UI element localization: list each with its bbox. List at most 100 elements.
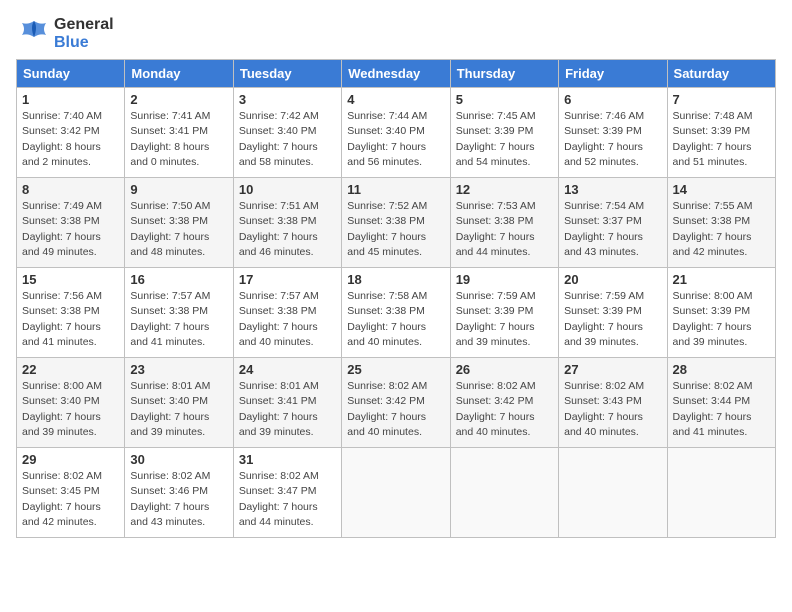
calendar-cell: 7 Sunrise: 7:48 AMSunset: 3:39 PMDaylight…: [667, 88, 775, 178]
col-header-wednesday: Wednesday: [342, 60, 450, 88]
day-number: 29: [22, 452, 119, 467]
day-number: 24: [239, 362, 336, 377]
calendar-cell: 27 Sunrise: 8:02 AMSunset: 3:43 PMDayligh…: [559, 358, 667, 448]
calendar-week-row: 29 Sunrise: 8:02 AMSunset: 3:45 PMDayligh…: [17, 448, 776, 538]
calendar-cell: 13Sunrise: 7:54 AMSunset: 3:37 PMDayligh…: [559, 178, 667, 268]
calendar-cell: [559, 448, 667, 538]
day-info: Sunrise: 7:52 AMSunset: 3:38 PMDaylight:…: [347, 199, 444, 260]
day-number: 5: [456, 92, 553, 107]
calendar-cell: 15 Sunrise: 7:56 AMSunset: 3:38 PMDayligh…: [17, 268, 125, 358]
day-number: 4: [347, 92, 444, 107]
calendar-cell: 3 Sunrise: 7:42 AMSunset: 3:40 PMDaylight…: [233, 88, 341, 178]
day-info: Sunrise: 8:02 AMSunset: 3:43 PMDaylight:…: [564, 379, 661, 440]
day-info: Sunrise: 7:54 AMSunset: 3:37 PMDaylight:…: [564, 199, 661, 260]
day-info: Sunrise: 8:01 AMSunset: 3:41 PMDaylight:…: [239, 379, 336, 440]
day-info: Sunrise: 8:02 AMSunset: 3:46 PMDaylight:…: [130, 469, 227, 530]
day-number: 18: [347, 272, 444, 287]
calendar-cell: [667, 448, 775, 538]
day-number: 16: [130, 272, 227, 287]
calendar-cell: 17Sunrise: 7:57 AMSunset: 3:38 PMDayligh…: [233, 268, 341, 358]
col-header-saturday: Saturday: [667, 60, 775, 88]
page-header: General Blue: [16, 16, 776, 51]
day-number: 19: [456, 272, 553, 287]
calendar-cell: 12 Sunrise: 7:53 AMSunset: 3:38 PMDayligh…: [450, 178, 558, 268]
calendar-cell: 21 Sunrise: 8:00 AMSunset: 3:39 PMDayligh…: [667, 268, 775, 358]
day-number: 20: [564, 272, 661, 287]
day-number: 8: [22, 182, 119, 197]
calendar-cell: 8Sunrise: 7:49 AMSunset: 3:38 PMDaylight…: [17, 178, 125, 268]
day-info: Sunrise: 7:40 AMSunset: 3:42 PMDaylight:…: [22, 109, 119, 170]
day-number: 2: [130, 92, 227, 107]
calendar-cell: 14 Sunrise: 7:55 AMSunset: 3:38 PMDayligh…: [667, 178, 775, 268]
day-number: 26: [456, 362, 553, 377]
calendar-cell: 22 Sunrise: 8:00 AMSunset: 3:40 PMDayligh…: [17, 358, 125, 448]
day-number: 25: [347, 362, 444, 377]
day-info: Sunrise: 8:00 AMSunset: 3:40 PMDaylight:…: [22, 379, 119, 440]
day-number: 11: [347, 182, 444, 197]
col-header-tuesday: Tuesday: [233, 60, 341, 88]
day-info: Sunrise: 7:44 AMSunset: 3:40 PMDaylight:…: [347, 109, 444, 170]
day-info: Sunrise: 8:02 AMSunset: 3:42 PMDaylight:…: [456, 379, 553, 440]
calendar-cell: 29 Sunrise: 8:02 AMSunset: 3:45 PMDayligh…: [17, 448, 125, 538]
col-header-monday: Monday: [125, 60, 233, 88]
calendar-cell: 6 Sunrise: 7:46 AMSunset: 3:39 PMDaylight…: [559, 88, 667, 178]
day-info: Sunrise: 8:02 AMSunset: 3:42 PMDaylight:…: [347, 379, 444, 440]
day-number: 15: [22, 272, 119, 287]
logo-container: General Blue: [16, 16, 114, 51]
calendar-cell: 4 Sunrise: 7:44 AMSunset: 3:40 PMDaylight…: [342, 88, 450, 178]
day-info: Sunrise: 7:59 AMSunset: 3:39 PMDaylight:…: [564, 289, 661, 350]
day-info: Sunrise: 7:55 AMSunset: 3:38 PMDaylight:…: [673, 199, 770, 260]
day-info: Sunrise: 8:02 AMSunset: 3:45 PMDaylight:…: [22, 469, 119, 530]
day-info: Sunrise: 7:51 AMSunset: 3:38 PMDaylight:…: [239, 199, 336, 260]
calendar-cell: 19 Sunrise: 7:59 AMSunset: 3:39 PMDayligh…: [450, 268, 558, 358]
day-info: Sunrise: 7:59 AMSunset: 3:39 PMDaylight:…: [456, 289, 553, 350]
day-number: 6: [564, 92, 661, 107]
calendar-cell: 2 Sunrise: 7:41 AMSunset: 3:41 PMDaylight…: [125, 88, 233, 178]
day-number: 17: [239, 272, 336, 287]
day-number: 22: [22, 362, 119, 377]
day-info: Sunrise: 7:53 AMSunset: 3:38 PMDaylight:…: [456, 199, 553, 260]
calendar-week-row: 15 Sunrise: 7:56 AMSunset: 3:38 PMDayligh…: [17, 268, 776, 358]
day-info: Sunrise: 7:48 AMSunset: 3:39 PMDaylight:…: [673, 109, 770, 170]
calendar-week-row: 8Sunrise: 7:49 AMSunset: 3:38 PMDaylight…: [17, 178, 776, 268]
calendar-header-row: SundayMondayTuesdayWednesdayThursdayFrid…: [17, 60, 776, 88]
day-number: 31: [239, 452, 336, 467]
day-info: Sunrise: 7:46 AMSunset: 3:39 PMDaylight:…: [564, 109, 661, 170]
col-header-thursday: Thursday: [450, 60, 558, 88]
day-number: 3: [239, 92, 336, 107]
calendar-cell: 23 Sunrise: 8:01 AMSunset: 3:40 PMDayligh…: [125, 358, 233, 448]
day-number: 23: [130, 362, 227, 377]
day-number: 21: [673, 272, 770, 287]
calendar-cell: 28Sunrise: 8:02 AMSunset: 3:44 PMDayligh…: [667, 358, 775, 448]
calendar-week-row: 1 Sunrise: 7:40 AMSunset: 3:42 PMDaylight…: [17, 88, 776, 178]
day-info: Sunrise: 8:02 AMSunset: 3:47 PMDaylight:…: [239, 469, 336, 530]
day-number: 27: [564, 362, 661, 377]
day-info: Sunrise: 8:00 AMSunset: 3:39 PMDaylight:…: [673, 289, 770, 350]
day-number: 1: [22, 92, 119, 107]
logo: General Blue: [16, 16, 114, 51]
day-number: 12: [456, 182, 553, 197]
day-number: 7: [673, 92, 770, 107]
calendar-cell: 5 Sunrise: 7:45 AMSunset: 3:39 PMDaylight…: [450, 88, 558, 178]
day-info: Sunrise: 7:50 AMSunset: 3:38 PMDaylight:…: [130, 199, 227, 260]
calendar-cell: 18Sunrise: 7:58 AMSunset: 3:38 PMDayligh…: [342, 268, 450, 358]
day-number: 30: [130, 452, 227, 467]
day-number: 28: [673, 362, 770, 377]
calendar-week-row: 22 Sunrise: 8:00 AMSunset: 3:40 PMDayligh…: [17, 358, 776, 448]
col-header-sunday: Sunday: [17, 60, 125, 88]
day-info: Sunrise: 7:45 AMSunset: 3:39 PMDaylight:…: [456, 109, 553, 170]
day-info: Sunrise: 8:01 AMSunset: 3:40 PMDaylight:…: [130, 379, 227, 440]
logo-bird-icon: [16, 19, 52, 49]
calendar-cell: 9Sunrise: 7:50 AMSunset: 3:38 PMDaylight…: [125, 178, 233, 268]
day-number: 14: [673, 182, 770, 197]
calendar-cell: 11 Sunrise: 7:52 AMSunset: 3:38 PMDayligh…: [342, 178, 450, 268]
day-info: Sunrise: 7:56 AMSunset: 3:38 PMDaylight:…: [22, 289, 119, 350]
calendar-cell: 20 Sunrise: 7:59 AMSunset: 3:39 PMDayligh…: [559, 268, 667, 358]
day-info: Sunrise: 7:42 AMSunset: 3:40 PMDaylight:…: [239, 109, 336, 170]
calendar-cell: 26 Sunrise: 8:02 AMSunset: 3:42 PMDayligh…: [450, 358, 558, 448]
day-info: Sunrise: 7:41 AMSunset: 3:41 PMDaylight:…: [130, 109, 227, 170]
calendar-cell: 24 Sunrise: 8:01 AMSunset: 3:41 PMDayligh…: [233, 358, 341, 448]
calendar-cell: [450, 448, 558, 538]
calendar-cell: 1 Sunrise: 7:40 AMSunset: 3:42 PMDaylight…: [17, 88, 125, 178]
calendar-table: SundayMondayTuesdayWednesdayThursdayFrid…: [16, 59, 776, 538]
